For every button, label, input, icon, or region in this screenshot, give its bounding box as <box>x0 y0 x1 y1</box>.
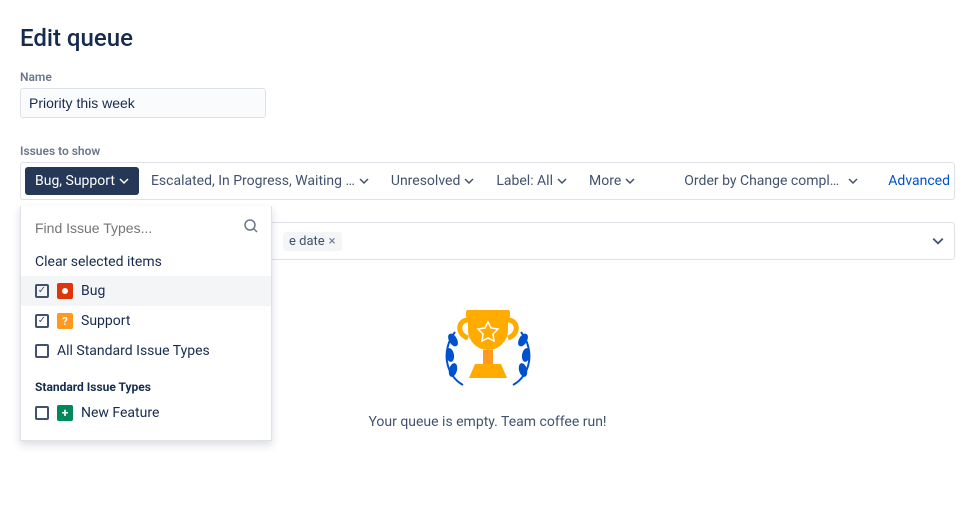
status-filter[interactable]: Escalated, In Progress, Waiting … <box>141 167 379 195</box>
chevron-down-icon <box>464 176 474 186</box>
chevron-down-icon <box>119 176 129 186</box>
order-by-label: Order by Change completion date <box>684 173 842 189</box>
dropdown-item-support[interactable]: Support <box>21 306 271 336</box>
dropdown-item-label: Support <box>81 313 130 329</box>
label-filter[interactable]: Label: All <box>486 167 577 195</box>
page-title: Edit queue <box>20 24 955 52</box>
dropdown-search-input[interactable] <box>33 216 243 240</box>
chevron-down-icon[interactable] <box>932 235 944 247</box>
checkbox-icon <box>35 344 49 358</box>
name-label: Name <box>20 70 955 84</box>
remove-tag-icon[interactable]: × <box>329 234 336 249</box>
clear-selected-link[interactable]: Clear selected items <box>21 248 271 276</box>
trophy-icon <box>433 300 543 400</box>
checkbox-icon <box>35 406 49 420</box>
order-by-dropdown[interactable]: Order by Change completion date <box>674 167 868 195</box>
dropdown-item-label: New Feature <box>81 405 159 421</box>
status-filter-label: Escalated, In Progress, Waiting … <box>151 173 355 189</box>
issue-type-dropdown: Clear selected items Bug Support All Sta… <box>20 206 272 441</box>
checkbox-checked-icon <box>35 284 49 298</box>
issues-to-show-label: Issues to show <box>20 144 955 158</box>
queue-name-input[interactable] <box>20 88 266 118</box>
resolution-filter[interactable]: Unresolved <box>381 167 484 195</box>
column-tag[interactable]: e date × <box>283 232 342 251</box>
issue-type-filter-label: Bug, Support <box>35 173 115 189</box>
dropdown-item-label: Bug <box>81 283 105 299</box>
label-filter-label: Label: All <box>496 173 553 189</box>
name-field: Name <box>20 70 955 118</box>
search-icon <box>243 218 259 238</box>
resolution-filter-label: Unresolved <box>391 173 460 189</box>
chevron-down-icon <box>848 176 858 186</box>
chevron-down-icon <box>625 176 635 186</box>
issue-type-filter[interactable]: Bug, Support <box>25 167 139 195</box>
column-tag-label: e date <box>289 234 325 249</box>
bug-icon <box>57 283 73 299</box>
dropdown-item-new-feature[interactable]: New Feature <box>21 398 271 428</box>
dropdown-item-all-standard[interactable]: All Standard Issue Types <box>21 336 271 366</box>
chevron-down-icon <box>557 176 567 186</box>
new-feature-icon <box>57 405 73 421</box>
dropdown-group-label: Standard Issue Types <box>21 366 271 398</box>
filter-bar: Bug, Support Escalated, In Progress, Wai… <box>20 162 955 200</box>
dropdown-item-label: All Standard Issue Types <box>57 343 210 359</box>
dropdown-search-row <box>21 214 271 248</box>
chevron-down-icon <box>359 176 369 186</box>
checkbox-checked-icon <box>35 314 49 328</box>
support-icon <box>57 313 73 329</box>
dropdown-item-bug[interactable]: Bug <box>21 276 271 306</box>
more-filter-label: More <box>589 173 621 189</box>
advanced-link[interactable]: Advanced <box>888 173 950 189</box>
more-filter[interactable]: More <box>579 167 645 195</box>
